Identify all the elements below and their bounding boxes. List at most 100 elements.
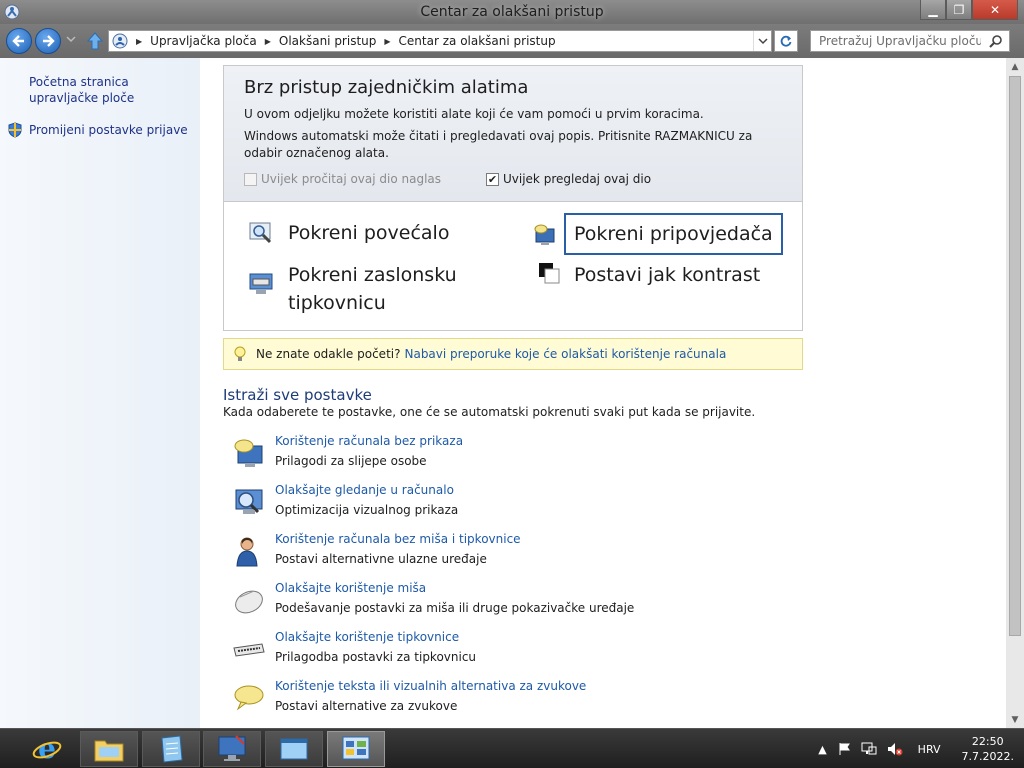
taskbar-notepad[interactable] (142, 731, 200, 767)
clock[interactable]: 22:50 7.7.2022. (962, 734, 1014, 764)
lightbulb-icon (234, 346, 246, 361)
vertical-scrollbar[interactable]: ▲ ▼ (1006, 58, 1024, 728)
recommendations-tip: Ne znate odakle početi? Nabavi preporuke… (223, 338, 803, 370)
start-magnifier-button[interactable]: Pokreni povećalo (248, 219, 449, 247)
explore-settings-subtitle: Kada odaberete te postavke, one će se au… (223, 405, 756, 419)
breadcrumb-ease-of-access[interactable]: Olakšani pristup (279, 34, 377, 48)
mouse-icon (235, 590, 263, 614)
quick-access-title: Brz pristup zajedničkim alatima (244, 77, 529, 98)
setting-link[interactable]: Olakšajte gledanje u računalo (275, 483, 454, 497)
setting-description: Postavi alternative za zvukove (275, 699, 458, 713)
breadcrumb-separator-icon[interactable]: ▶ (384, 37, 390, 46)
setting-link[interactable]: Olakšajte korištenje tipkovnice (275, 630, 459, 644)
search-box[interactable] (810, 30, 1010, 52)
sidebar-item-change-signin-settings[interactable]: Promijeni postavke prijave (29, 122, 189, 138)
search-input[interactable] (811, 34, 981, 48)
refresh-button[interactable] (774, 30, 798, 52)
scroll-down-arrow-icon[interactable]: ▼ (1006, 711, 1024, 728)
start-onscreen-keyboard-label: Pokreni zaslonsku tipkovnicu (288, 264, 457, 314)
setting-keyboard: Olakšajte korištenje tipkovnice Prilagod… (232, 630, 792, 670)
speech-bubble-icon (234, 685, 264, 711)
checkmark-icon[interactable]: ✔ (486, 172, 499, 186)
system-tray: ▲ HRV 22:50 7.7.2022. (813, 729, 1024, 768)
main-pane: Brz pristup zajedničkim alatima U ovom o… (200, 58, 1006, 728)
setting-description: Prilagodi za slijepe osobe (275, 454, 427, 468)
taskbar-remote-desktop[interactable] (203, 731, 261, 767)
taskbar-control-panel[interactable] (327, 731, 385, 767)
forward-button[interactable] (35, 28, 61, 54)
setting-link[interactable]: Korištenje računala bez miša i tipkovnic… (275, 532, 521, 546)
title-bar: Centar za olakšani pristup ▁ ❐ ✕ (0, 0, 1024, 24)
setting-description: Optimizacija vizualnog prikaza (275, 503, 459, 517)
internet-explorer-icon: e (32, 733, 62, 765)
scroll-up-arrow-icon[interactable]: ▲ (1006, 58, 1024, 75)
recent-pages-icon[interactable] (66, 35, 76, 43)
close-button[interactable]: ✕ (972, 0, 1018, 20)
setting-link[interactable]: Olakšajte korištenje miša (275, 581, 426, 595)
setting-link[interactable]: Korištenje teksta ili vizualnih alternat… (275, 679, 586, 693)
scrollbar-thumb[interactable] (1009, 76, 1021, 636)
magnify-monitor-icon (235, 489, 263, 514)
magnifier-icon (249, 222, 272, 244)
narrator-focus-box[interactable]: Pokreni pripovjedača (564, 213, 783, 255)
start-onscreen-keyboard-button[interactable]: Pokreni zaslonsku tipkovnicu (248, 261, 488, 317)
set-high-contrast-label: Postavi jak kontrast (574, 264, 761, 286)
start-narrator-button[interactable]: Pokreni pripovjedača (532, 213, 783, 255)
content-area: Početna stranica upravljačke ploče Promi… (0, 58, 1024, 728)
setting-description: Postavi alternativne ulazne uređaje (275, 552, 487, 566)
breadcrumb-separator-icon[interactable]: ▶ (265, 37, 271, 46)
clock-time: 22:50 (971, 735, 1004, 748)
control-panel-icon (342, 736, 370, 760)
person-icon (236, 537, 258, 567)
clock-date: 7.7.2022. (961, 750, 1014, 763)
address-box[interactable]: ▶ Upravljačka ploča ▶ Olakšani pristup ▶… (108, 30, 772, 52)
quick-access-instructions: Windows automatski može čitati i pregled… (244, 129, 753, 160)
quick-access-panel: Brz pristup zajedničkim alatima U ovom o… (223, 65, 803, 331)
setting-without-mouse-keyboard: Korištenje računala bez miša i tipkovnic… (232, 532, 792, 572)
breadcrumb-control-panel[interactable]: Upravljačka ploča (150, 34, 257, 48)
speech-monitor-icon (234, 439, 263, 467)
always-read-checkbox: Uvijek pročitaj ovaj dio naglas (244, 172, 441, 186)
taskbar-file-explorer[interactable] (80, 731, 138, 767)
action-center-flag-icon[interactable] (837, 742, 851, 756)
taskbar-internet-explorer[interactable]: e (18, 731, 76, 767)
volume-muted-icon[interactable] (887, 742, 903, 756)
address-dropdown-button[interactable] (753, 31, 771, 51)
breadcrumb-separator-icon[interactable]: ▶ (136, 37, 142, 46)
taskbar-window-app[interactable] (265, 731, 323, 767)
up-arrow-icon[interactable] (86, 31, 104, 51)
input-language[interactable]: HRV (918, 743, 941, 756)
window-title: Centar za olakšani pristup (420, 4, 604, 20)
window-icon (280, 738, 308, 760)
onscreen-keyboard-icon (249, 273, 273, 294)
navigation-bar: ▶ Upravljačka ploča ▶ Olakšani pristup ▶… (0, 24, 1024, 58)
chevron-down-icon (757, 38, 768, 45)
back-button[interactable] (6, 28, 32, 54)
get-recommendations-link[interactable]: Nabavi preporuke koje će olakšati korišt… (404, 347, 726, 361)
explore-settings-title: Istraži sve postavke (223, 386, 372, 404)
always-scan-label[interactable]: Uvijek pregledaj ovaj dio (503, 172, 651, 186)
start-narrator-label: Pokreni pripovjedača (574, 223, 773, 245)
left-pane: Početna stranica upravljačke ploče Promi… (0, 58, 200, 728)
network-icon[interactable] (861, 742, 877, 756)
taskbar: e ▲ HRV 22:50 7.7.2022. (0, 728, 1024, 768)
setting-link[interactable]: Korištenje računala bez prikaza (275, 434, 463, 448)
sidebar-item-control-panel-home[interactable]: Početna stranica upravljačke ploče (29, 74, 189, 106)
refresh-icon (780, 35, 792, 47)
narrator-icon (534, 224, 555, 245)
minimize-button[interactable]: ▁ (920, 0, 946, 20)
forward-arrow-icon (43, 35, 55, 47)
shield-icon (8, 122, 22, 138)
always-scan-checkbox[interactable]: ✔ Uvijek pregledaj ovaj dio (486, 172, 651, 186)
setting-sound-alternatives: Korištenje teksta ili vizualnih alternat… (232, 679, 792, 719)
setting-easier-to-see: Olakšajte gledanje u računalo Optimizaci… (232, 483, 792, 523)
show-hidden-icons-icon[interactable]: ▲ (818, 743, 826, 756)
setting-without-display: Korištenje računala bez prikaza Prilagod… (232, 434, 792, 474)
breadcrumb-ease-of-access-center[interactable]: Centar za olakšani pristup (399, 34, 556, 48)
search-icon[interactable] (989, 34, 1003, 48)
folder-icon (94, 740, 124, 762)
set-high-contrast-button[interactable]: Postavi jak kontrast (538, 261, 760, 289)
maximize-button[interactable]: ❐ (946, 0, 972, 20)
high-contrast-icon (539, 263, 560, 284)
control-panel-icon (112, 33, 128, 49)
